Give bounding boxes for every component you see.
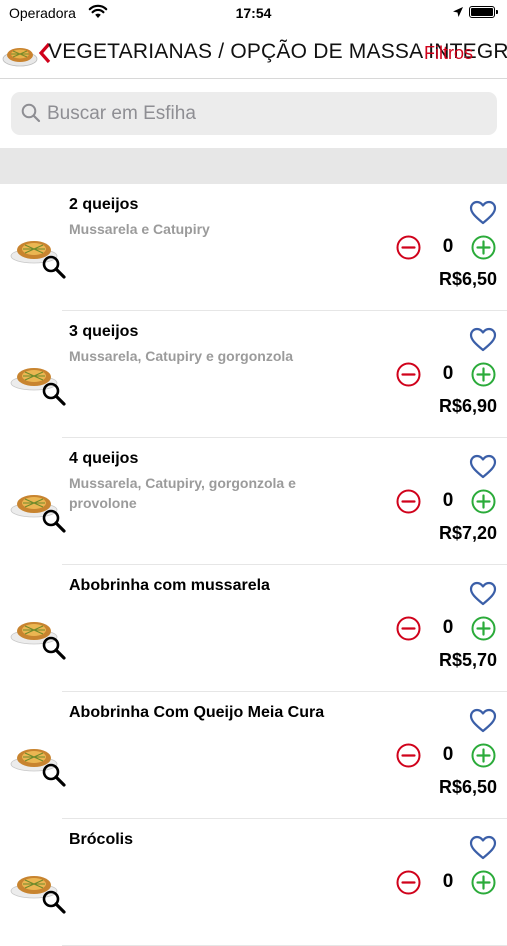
search-icon — [21, 103, 41, 123]
quantity-value: 0 — [442, 490, 454, 511]
favorite-heart-icon[interactable] — [469, 581, 497, 607]
quantity-value: 0 — [442, 617, 454, 638]
magnifier-icon[interactable] — [41, 762, 67, 788]
product-description: Mussarela, Catupiry e gorgonzola — [69, 348, 294, 364]
decrease-quantity-button[interactable] — [396, 489, 421, 514]
decrease-quantity-button[interactable] — [396, 870, 421, 895]
decrease-quantity-button[interactable] — [396, 235, 421, 260]
esfiha-logo-icon — [2, 48, 38, 67]
increase-quantity-button[interactable] — [471, 362, 496, 387]
favorite-heart-icon[interactable] — [469, 708, 497, 734]
magnifier-icon[interactable] — [41, 635, 67, 661]
list-item[interactable]: Brócolis 0 — [0, 819, 507, 946]
product-name: Brócolis — [69, 831, 134, 848]
list-item[interactable]: Abobrinha Com Queijo Meia Cura 0 R$6,50 — [0, 692, 507, 819]
favorite-heart-icon[interactable] — [469, 835, 497, 861]
increase-quantity-button[interactable] — [471, 489, 496, 514]
battery-icon — [469, 6, 498, 18]
favorite-heart-icon[interactable] — [469, 454, 497, 480]
decrease-quantity-button[interactable] — [396, 743, 421, 768]
decrease-quantity-button[interactable] — [396, 616, 421, 641]
product-name: 4 queijos — [69, 450, 139, 467]
product-description: Mussarela, Catupiry, gorgonzola e provol… — [69, 475, 296, 511]
filter-button[interactable]: Filtros — [424, 43, 473, 64]
product-name: Abobrinha Com Queijo Meia Cura — [69, 704, 325, 721]
section-header — [0, 148, 507, 184]
clock-time: 17:54 — [235, 5, 272, 21]
favorite-heart-icon[interactable] — [469, 200, 497, 226]
quantity-value: 0 — [442, 236, 454, 257]
magnifier-icon[interactable] — [41, 381, 67, 407]
product-name: 3 queijos — [69, 323, 139, 340]
product-price: R$5,70 — [438, 650, 497, 670]
search-bar[interactable] — [11, 92, 497, 135]
increase-quantity-button[interactable] — [471, 870, 496, 895]
product-list: 2 queijos Mussarela e Catupiry 0 R$6,50 … — [0, 184, 507, 946]
list-item[interactable]: 2 queijos Mussarela e Catupiry 0 R$6,50 — [0, 184, 507, 311]
magnifier-icon[interactable] — [41, 889, 67, 915]
product-price: R$6,50 — [438, 777, 497, 797]
quantity-value: 0 — [442, 363, 454, 384]
increase-quantity-button[interactable] — [471, 616, 496, 641]
list-item[interactable]: 3 queijos Mussarela, Catupiry e gorgonzo… — [0, 311, 507, 438]
location-arrow-icon — [453, 7, 463, 17]
product-name: 2 queijos — [69, 196, 139, 213]
increase-quantity-button[interactable] — [471, 743, 496, 768]
magnifier-icon[interactable] — [41, 254, 67, 280]
increase-quantity-button[interactable] — [471, 235, 496, 260]
list-item[interactable]: Abobrinha com mussarela 0 R$5,70 — [0, 565, 507, 692]
navigation-bar: VEGETARIANAS / OPÇÃO DE MASSA INTEGRAL F… — [0, 28, 507, 79]
product-name: Abobrinha com mussarela — [69, 577, 270, 594]
magnifier-icon[interactable] — [41, 508, 67, 534]
quantity-value: 0 — [442, 871, 454, 892]
product-price: R$6,50 — [438, 269, 497, 289]
search-input[interactable] — [47, 92, 487, 135]
product-price: R$6,90 — [438, 396, 497, 416]
quantity-value: 0 — [442, 744, 454, 765]
product-price: R$7,20 — [438, 523, 497, 543]
decrease-quantity-button[interactable] — [396, 362, 421, 387]
favorite-heart-icon[interactable] — [469, 327, 497, 353]
product-description: Mussarela e Catupiry — [69, 221, 210, 237]
status-bar: Operadora 17:54 — [0, 0, 507, 28]
list-item[interactable]: 4 queijos Mussarela, Catupiry, gorgonzol… — [0, 438, 507, 565]
